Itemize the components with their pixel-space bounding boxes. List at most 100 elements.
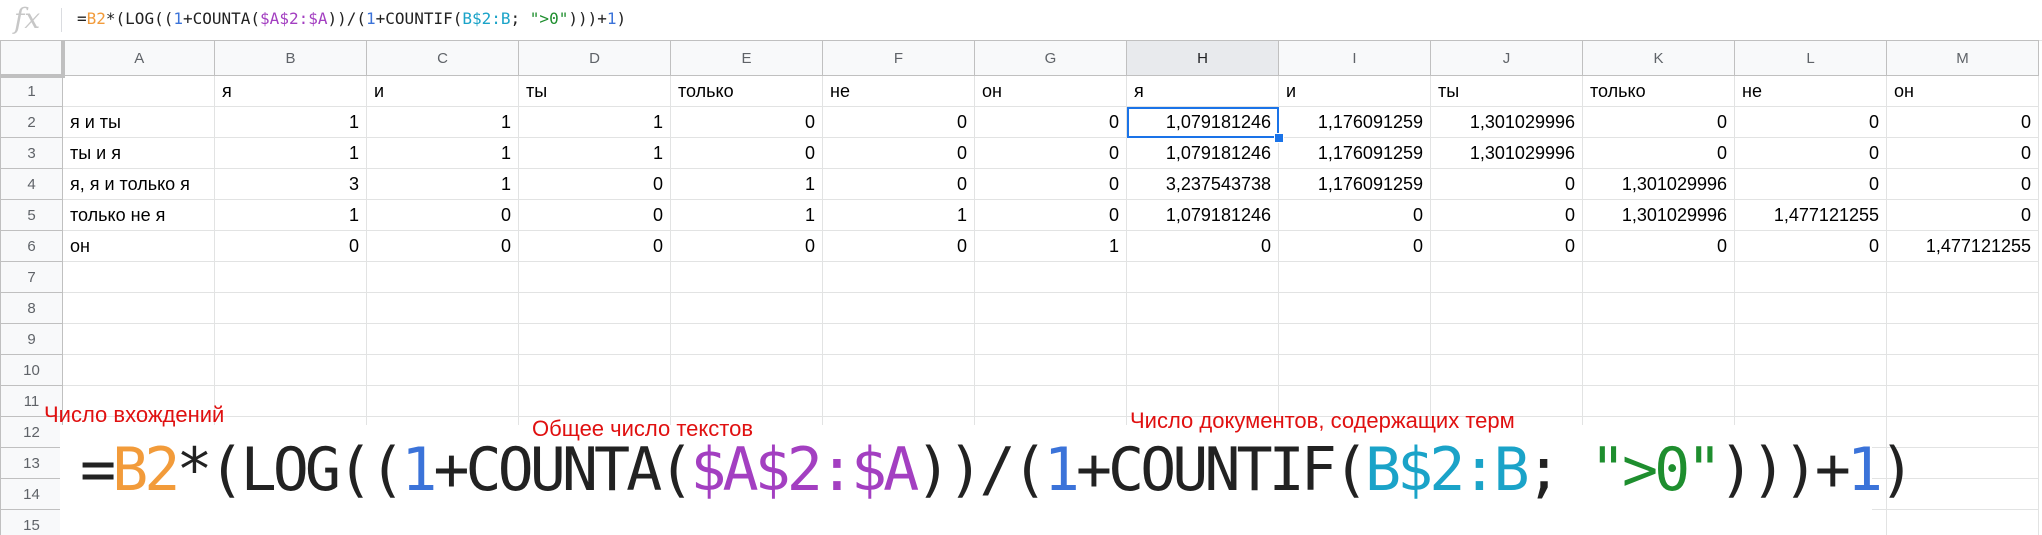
cell-c5[interactable]: 0: [366, 199, 519, 231]
row-header-1[interactable]: 1: [0, 75, 63, 107]
cell-e5[interactable]: 1: [670, 199, 823, 231]
cell-g10[interactable]: [974, 354, 1127, 386]
cell-e1[interactable]: только: [670, 75, 823, 107]
cell-b7[interactable]: [214, 261, 367, 293]
cell-g11[interactable]: [974, 385, 1127, 417]
row-header-5[interactable]: 5: [0, 199, 63, 231]
row-header-15[interactable]: 15: [0, 509, 63, 535]
cell-f5[interactable]: 1: [822, 199, 975, 231]
cell-j7[interactable]: [1430, 261, 1583, 293]
cell-l6[interactable]: 0: [1734, 230, 1887, 262]
row-header-2[interactable]: 2: [0, 106, 63, 138]
cell-j6[interactable]: 0: [1430, 230, 1583, 262]
cell-a8[interactable]: [62, 292, 215, 324]
selection-fill-handle[interactable]: [1273, 132, 1284, 143]
cell-e11[interactable]: [670, 385, 823, 417]
cell-h2[interactable]: 1,079181246: [1126, 106, 1279, 138]
column-header-d[interactable]: D: [518, 40, 671, 76]
row-header-8[interactable]: 8: [0, 292, 63, 324]
cell-e8[interactable]: [670, 292, 823, 324]
cell-f10[interactable]: [822, 354, 975, 386]
column-header-m[interactable]: M: [1886, 40, 2039, 76]
cell-k11[interactable]: [1582, 385, 1735, 417]
column-header-f[interactable]: F: [822, 40, 975, 76]
cell-h10[interactable]: [1126, 354, 1279, 386]
row-header-14[interactable]: 14: [0, 478, 63, 510]
cell-e10[interactable]: [670, 354, 823, 386]
cell-k5[interactable]: 1,301029996: [1582, 199, 1735, 231]
cell-j3[interactable]: 1,301029996: [1430, 137, 1583, 169]
cell-m10[interactable]: [1886, 354, 2039, 386]
cell-f11[interactable]: [822, 385, 975, 417]
cell-g6[interactable]: 1: [974, 230, 1127, 262]
cell-d5[interactable]: 0: [518, 199, 671, 231]
cell-l1[interactable]: не: [1734, 75, 1887, 107]
cell-i4[interactable]: 1,176091259: [1278, 168, 1431, 200]
cell-e3[interactable]: 0: [670, 137, 823, 169]
cell-i2[interactable]: 1,176091259: [1278, 106, 1431, 138]
cell-m3[interactable]: 0: [1886, 137, 2039, 169]
cell-b5[interactable]: 1: [214, 199, 367, 231]
cell-d2[interactable]: 1: [518, 106, 671, 138]
cell-c10[interactable]: [366, 354, 519, 386]
cell-b6[interactable]: 0: [214, 230, 367, 262]
cell-a10[interactable]: [62, 354, 215, 386]
cell-m1[interactable]: он: [1886, 75, 2039, 107]
row-header-3[interactable]: 3: [0, 137, 63, 169]
cell-l11[interactable]: [1734, 385, 1887, 417]
cell-h9[interactable]: [1126, 323, 1279, 355]
row-header-7[interactable]: 7: [0, 261, 63, 293]
cell-m6[interactable]: 1,477121255: [1886, 230, 2039, 262]
cell-g3[interactable]: 0: [974, 137, 1127, 169]
cell-l9[interactable]: [1734, 323, 1887, 355]
cell-l4[interactable]: 0: [1734, 168, 1887, 200]
cell-k3[interactable]: 0: [1582, 137, 1735, 169]
cell-m11[interactable]: [1886, 385, 2039, 417]
cell-g9[interactable]: [974, 323, 1127, 355]
cell-c3[interactable]: 1: [366, 137, 519, 169]
cell-h3[interactable]: 1,079181246: [1126, 137, 1279, 169]
cell-d1[interactable]: ты: [518, 75, 671, 107]
column-header-h[interactable]: H: [1126, 40, 1279, 76]
column-header-k[interactable]: K: [1582, 40, 1735, 76]
cell-m5[interactable]: 0: [1886, 199, 2039, 231]
cell-j4[interactable]: 0: [1430, 168, 1583, 200]
cell-i8[interactable]: [1278, 292, 1431, 324]
row-header-13[interactable]: 13: [0, 447, 63, 479]
cell-d10[interactable]: [518, 354, 671, 386]
cell-m2[interactable]: 0: [1886, 106, 2039, 138]
cell-c11[interactable]: [366, 385, 519, 417]
cell-l3[interactable]: 0: [1734, 137, 1887, 169]
row-header-9[interactable]: 9: [0, 323, 63, 355]
cell-g4[interactable]: 0: [974, 168, 1127, 200]
cell-d6[interactable]: 0: [518, 230, 671, 262]
cell-d4[interactable]: 0: [518, 168, 671, 200]
cell-b1[interactable]: я: [214, 75, 367, 107]
cell-k4[interactable]: 1,301029996: [1582, 168, 1735, 200]
cell-b4[interactable]: 3: [214, 168, 367, 200]
cell-c8[interactable]: [366, 292, 519, 324]
cell-h7[interactable]: [1126, 261, 1279, 293]
cell-h1[interactable]: я: [1126, 75, 1279, 107]
cell-a5[interactable]: только не я: [62, 199, 215, 231]
cell-a9[interactable]: [62, 323, 215, 355]
cell-k1[interactable]: только: [1582, 75, 1735, 107]
column-header-a[interactable]: A: [62, 40, 215, 76]
select-all-corner[interactable]: [0, 40, 65, 78]
column-header-g[interactable]: G: [974, 40, 1127, 76]
cell-e6[interactable]: 0: [670, 230, 823, 262]
cell-g7[interactable]: [974, 261, 1127, 293]
column-header-j[interactable]: J: [1430, 40, 1583, 76]
cell-b10[interactable]: [214, 354, 367, 386]
cell-i3[interactable]: 1,176091259: [1278, 137, 1431, 169]
cell-a7[interactable]: [62, 261, 215, 293]
cell-d7[interactable]: [518, 261, 671, 293]
cell-e7[interactable]: [670, 261, 823, 293]
column-header-l[interactable]: L: [1734, 40, 1887, 76]
cell-h6[interactable]: 0: [1126, 230, 1279, 262]
cell-i7[interactable]: [1278, 261, 1431, 293]
cell-j2[interactable]: 1,301029996: [1430, 106, 1583, 138]
cell-g2[interactable]: 0: [974, 106, 1127, 138]
row-header-10[interactable]: 10: [0, 354, 63, 386]
column-header-b[interactable]: B: [214, 40, 367, 76]
